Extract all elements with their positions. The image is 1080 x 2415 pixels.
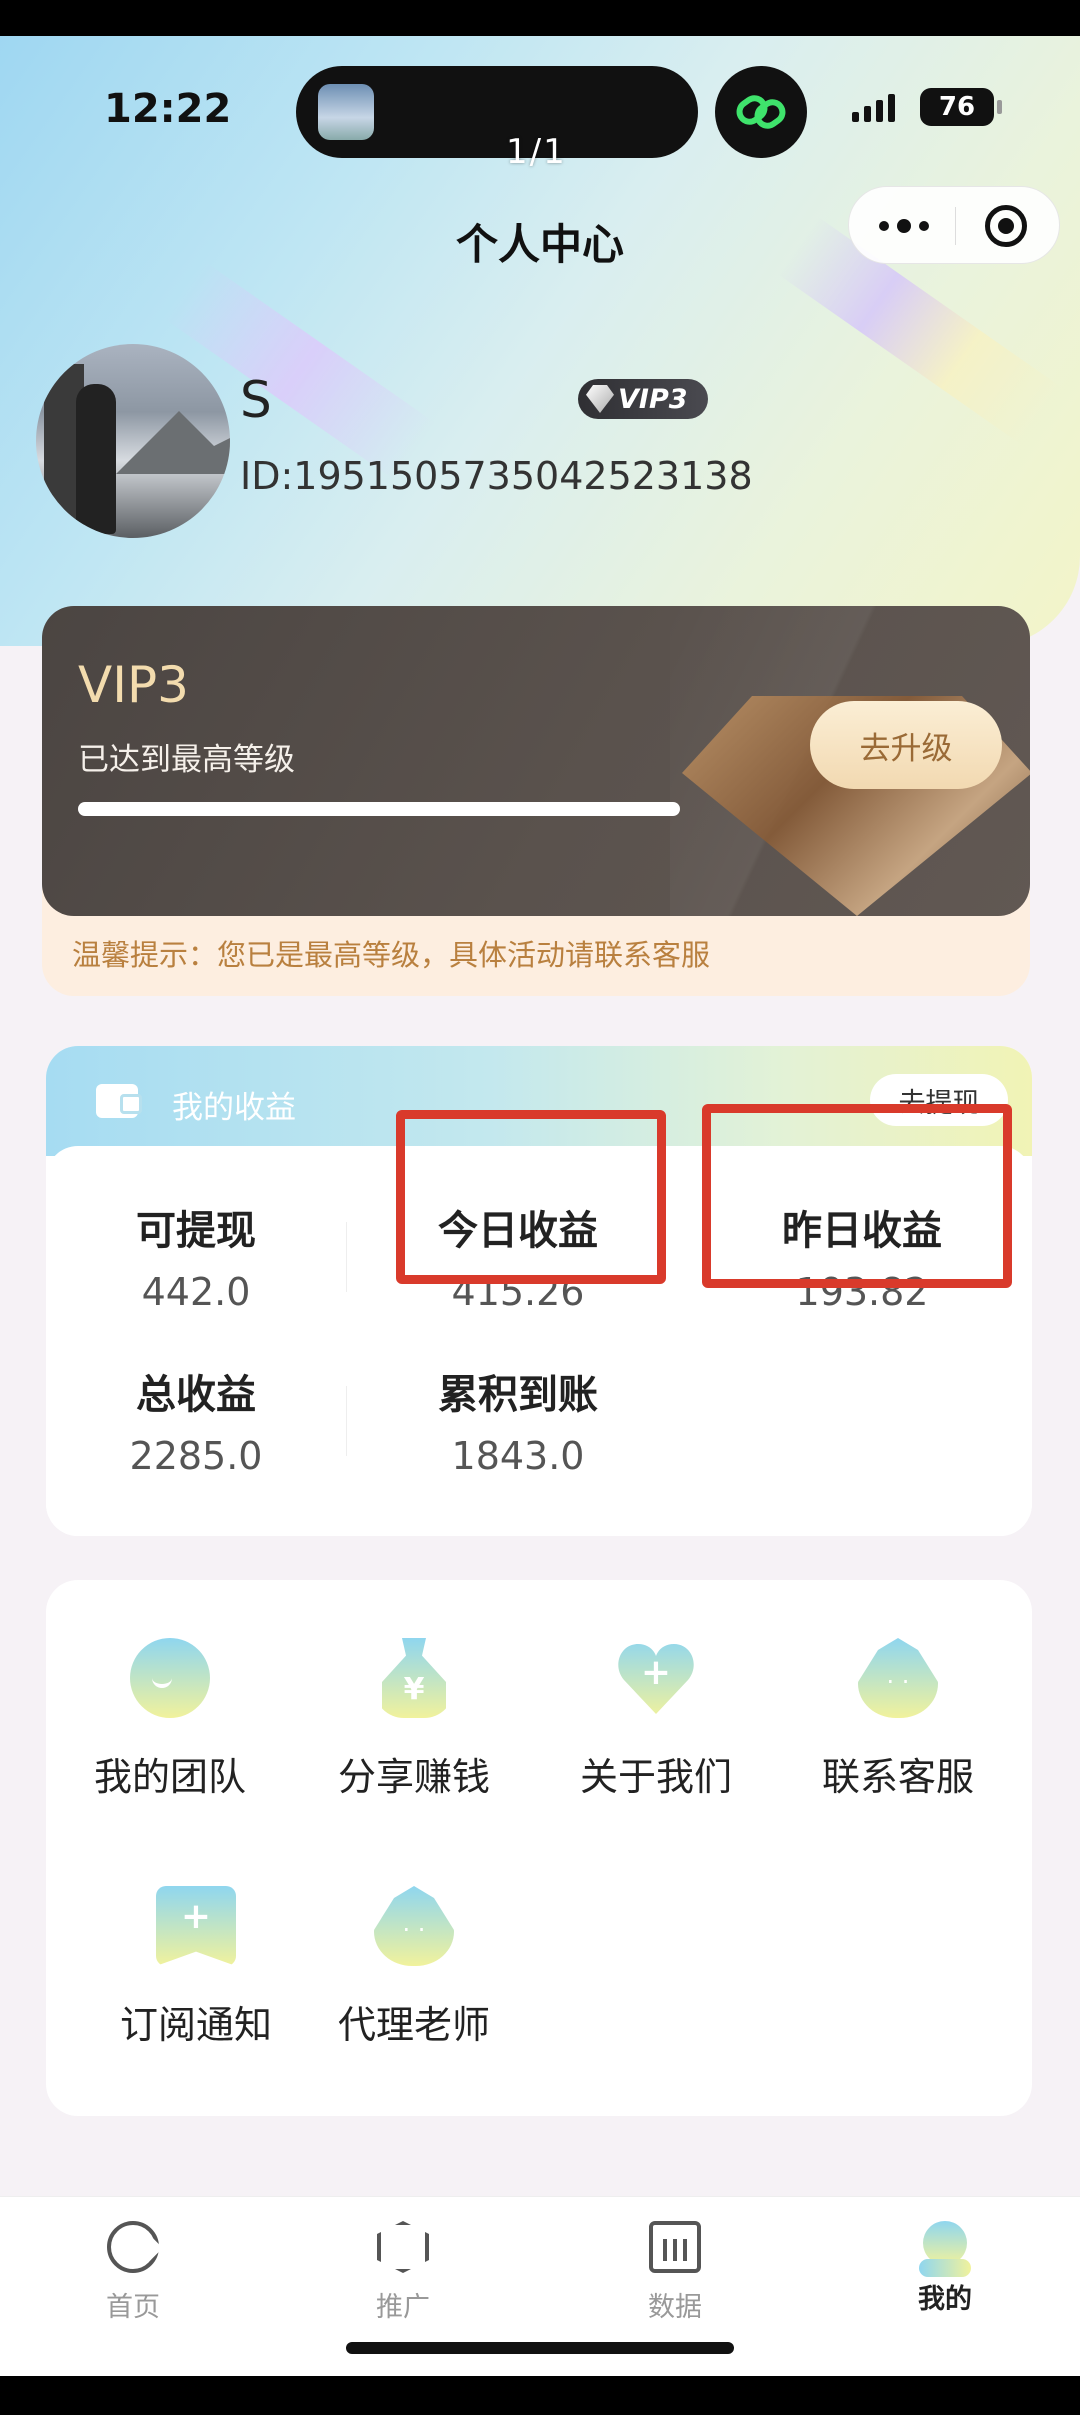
money-bag-icon [382,1638,446,1718]
chart-icon [649,2221,701,2273]
wallet-icon [96,1084,142,1118]
tab-home[interactable]: 首页 [58,2221,208,2324]
vip-progress-bar [78,802,680,816]
home-icon [107,2221,159,2273]
team-icon [130,1638,210,1718]
menu-item-about[interactable]: 关于我们 [536,1638,776,1801]
username: S [240,371,272,429]
menu-item-share[interactable]: 分享赚钱 [294,1638,534,1801]
menu-item-support[interactable]: 联系客服 [778,1638,1018,1801]
menu-grid: 我的团队 分享赚钱 关于我们 联系客服 订阅通知 代理老师 [46,1580,1032,2116]
menu-item-team[interactable]: 我的团队 [50,1638,290,1801]
battery-icon: 76 [920,88,994,126]
user-id: ID:1951505735042523138 [240,454,753,498]
menu-item-agent-teacher[interactable]: 代理老师 [294,1886,534,2049]
chat-drop-icon [858,1638,938,1718]
upgrade-button[interactable]: 去升级 [810,701,1002,789]
avatar[interactable] [36,344,230,538]
close-target-icon[interactable] [985,205,1027,247]
vip-status: 已达到最高等级 [78,742,295,778]
home-indicator [346,2342,734,2354]
more-icon[interactable] [879,209,929,243]
tab-me[interactable]: 我的 [870,2221,1020,2316]
vip-level: VIP3 [78,656,189,714]
diamond-icon [586,385,614,413]
stat-withdrawable: 可提现 442.0 [136,1208,256,1314]
link-icon [715,66,807,158]
app-screen: 12:22 1/1 76 个人中心 S VIP3 ID:195150573504… [0,36,1080,2376]
highlight-box-today [396,1110,666,1284]
signal-icon [852,94,895,122]
tab-data[interactable]: 数据 [600,2221,750,2324]
stat-total: 总收益 2285.0 [129,1372,263,1478]
miniapp-capsule [848,186,1060,264]
vip-card: VIP3 已达到最高等级 去升级 [42,606,1030,916]
stat-accumulated: 累积到账 1843.0 [438,1372,598,1478]
vip-badge: VIP3 [578,379,708,419]
page-counter: 1/1 [506,132,567,172]
profile-icon [919,2221,971,2277]
status-time: 12:22 [104,86,232,132]
highlight-box-yesterday [702,1104,1012,1288]
bookmark-plus-icon [156,1886,236,1966]
cube-icon [377,2221,429,2273]
media-thumbnail [318,84,374,140]
earnings-title: 我的收益 [172,1090,296,1126]
heart-plus-icon [616,1638,696,1718]
teacher-drop-icon [374,1886,454,1966]
dynamic-island [296,66,698,158]
tab-promote[interactable]: 推广 [328,2221,478,2324]
menu-item-subscribe[interactable]: 订阅通知 [76,1886,316,2049]
